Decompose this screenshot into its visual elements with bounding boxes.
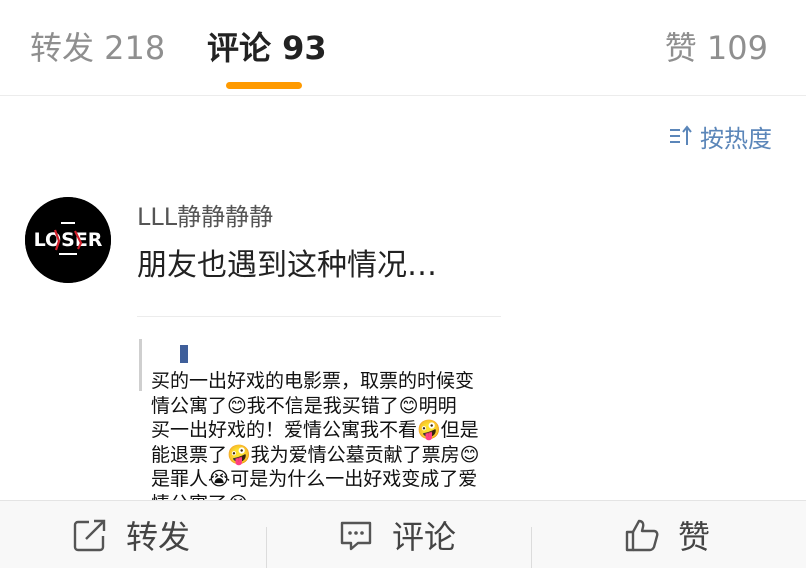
divider — [531, 527, 532, 568]
comment-username[interactable]: LLL静静静静 — [137, 202, 273, 232]
image-text-line: 是罪人😭可是为什么一出好戏变成了爱 — [151, 468, 478, 490]
sort-icon — [670, 125, 692, 145]
share-icon — [73, 519, 106, 552]
bottom-action-bar: 转发 评论 赞 — [0, 500, 806, 568]
sort-button[interactable]: 按热度 — [668, 120, 772, 153]
avatar-image: LOSER — [25, 197, 111, 283]
comment-button[interactable]: 评论 — [338, 501, 456, 568]
comment-icon — [340, 521, 372, 551]
tab-repost[interactable]: 转发 218 — [30, 28, 165, 68]
like-button[interactable]: 赞 — [624, 501, 710, 568]
image-text-line: 买的一出好戏的电影票，取票的时候变 — [151, 370, 475, 392]
image-left-bar — [139, 339, 142, 391]
repost-label: 转发 — [126, 518, 191, 556]
like-label: 赞 — [678, 518, 711, 556]
weibo-comment-page: 转发 218 评论 93 赞 109 按热度 LOSER LLL静静静静 朋友也… — [0, 0, 806, 568]
image-mark — [180, 345, 188, 363]
tab-bar: 转发 218 评论 93 赞 109 — [0, 0, 806, 96]
tab-comment[interactable]: 评论 93 — [207, 28, 327, 68]
image-text-line: 能退票了🤪我为爱情公墓贡献了票房😊 — [151, 443, 480, 466]
image-text-line: 情公寓了😊我不信是我买错了😊明明 — [151, 394, 457, 417]
divider — [266, 527, 267, 568]
repost-button[interactable]: 转发 — [72, 501, 190, 568]
active-tab-indicator — [226, 82, 302, 89]
avatar[interactable]: LOSER — [25, 197, 111, 283]
tab-like[interactable]: 赞 109 — [665, 28, 768, 68]
sort-label: 按热度 — [700, 124, 772, 153]
image-text-block: 买的一出好戏的电影票，取票的时候变 情公寓了😊我不信是我买错了😊明明 买一出好戏… — [151, 369, 501, 508]
comment-image[interactable]: 买的一出好戏的电影票，取票的时候变 情公寓了😊我不信是我买错了😊明明 买一出好戏… — [137, 316, 501, 508]
comment-text: 朋友也遇到这种情况… — [137, 248, 437, 283]
image-text-line: 买一出好戏的！爱情公寓我不看🤪但是 — [151, 419, 479, 441]
comment-label: 评论 — [392, 518, 457, 556]
thumbs-up-icon — [625, 519, 659, 552]
svg-text:LOSER: LOSER — [34, 229, 103, 251]
